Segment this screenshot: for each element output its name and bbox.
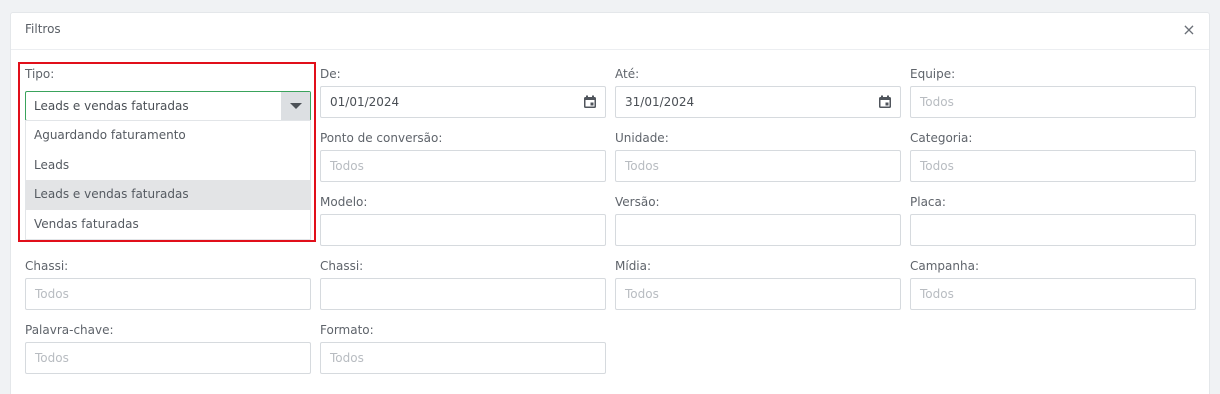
chassi-1-field: Chassi: Todos (25, 258, 311, 310)
versao-input[interactable] (615, 214, 901, 246)
equipe-field: Equipe: Todos (910, 66, 1196, 118)
versao-label: Versão: (615, 195, 660, 209)
midia-input[interactable]: Todos (615, 278, 901, 310)
chassi-2-field: Chassi: (320, 258, 606, 310)
ponto-conversao-label: Ponto de conversão: (320, 131, 443, 145)
tipo-dropdown-menu: Aguardando faturamento Leads Leads e ven… (25, 120, 311, 240)
unidade-label: Unidade: (615, 131, 669, 145)
formato-field: Formato: Todos (320, 322, 606, 374)
midia-label: Mídia: (615, 259, 652, 273)
equipe-label: Equipe: (910, 67, 956, 81)
panel-header: Filtros × (11, 13, 1209, 50)
ate-value: 31/01/2024 (625, 95, 695, 109)
modelo-label: Modelo: (320, 195, 368, 209)
dropdown-option-aguardando-faturamento[interactable]: Aguardando faturamento (26, 121, 310, 151)
modelo-field: Modelo: (320, 194, 606, 246)
chassi-1-label: Chassi: (25, 259, 69, 273)
de-field: De: 01/01/2024 (320, 66, 606, 118)
tipo-select[interactable]: Leads e vendas faturadas (25, 91, 311, 121)
ponto-conversao-input[interactable]: Todos (320, 150, 606, 182)
palavra-chave-input[interactable]: Todos (25, 342, 311, 374)
categoria-field: Categoria: Todos (910, 130, 1196, 182)
unidade-input[interactable]: Todos (615, 150, 901, 182)
placa-field: Placa: (910, 194, 1196, 246)
formato-input[interactable]: Todos (320, 342, 606, 374)
campanha-label: Campanha: (910, 259, 979, 273)
chassi-2-input[interactable] (320, 278, 606, 310)
categoria-label: Categoria: (910, 131, 973, 145)
tipo-label: Tipo: (25, 67, 55, 81)
de-value: 01/01/2024 (330, 95, 400, 109)
ate-field: Até: 31/01/2024 (615, 66, 901, 118)
ate-label: Até: (615, 67, 640, 81)
campanha-input[interactable]: Todos (910, 278, 1196, 310)
campanha-field: Campanha: Todos (910, 258, 1196, 310)
modelo-input[interactable] (320, 214, 606, 246)
chassi-2-label: Chassi: (320, 259, 364, 273)
dropdown-option-leads[interactable]: Leads (26, 151, 310, 181)
panel-title: Filtros (25, 22, 61, 36)
equipe-input[interactable]: Todos (910, 86, 1196, 118)
chevron-down-icon[interactable] (281, 92, 310, 120)
unidade-field: Unidade: Todos (615, 130, 901, 182)
palavra-chave-label: Palavra-chave: (25, 323, 114, 337)
midia-field: Mídia: Todos (615, 258, 901, 310)
calendar-icon[interactable] (583, 95, 597, 109)
tipo-field: Tipo: (25, 66, 311, 86)
tipo-selected-value: Leads e vendas faturadas (34, 99, 189, 113)
chassi-1-input[interactable]: Todos (25, 278, 311, 310)
de-label: De: (320, 67, 341, 81)
ate-date-input[interactable]: 31/01/2024 (615, 86, 901, 118)
close-icon[interactable]: × (1181, 21, 1197, 39)
placa-input[interactable] (910, 214, 1196, 246)
calendar-icon[interactable] (878, 95, 892, 109)
versao-field: Versão: (615, 194, 901, 246)
de-date-input[interactable]: 01/01/2024 (320, 86, 606, 118)
dropdown-option-vendas-faturadas[interactable]: Vendas faturadas (26, 210, 310, 240)
dropdown-option-leads-e-vendas-faturadas[interactable]: Leads e vendas faturadas (26, 180, 310, 210)
formato-label: Formato: (320, 323, 374, 337)
categoria-input[interactable]: Todos (910, 150, 1196, 182)
ponto-conversao-field: Ponto de conversão: Todos (320, 130, 606, 182)
palavra-chave-field: Palavra-chave: Todos (25, 322, 311, 374)
placa-label: Placa: (910, 195, 946, 209)
